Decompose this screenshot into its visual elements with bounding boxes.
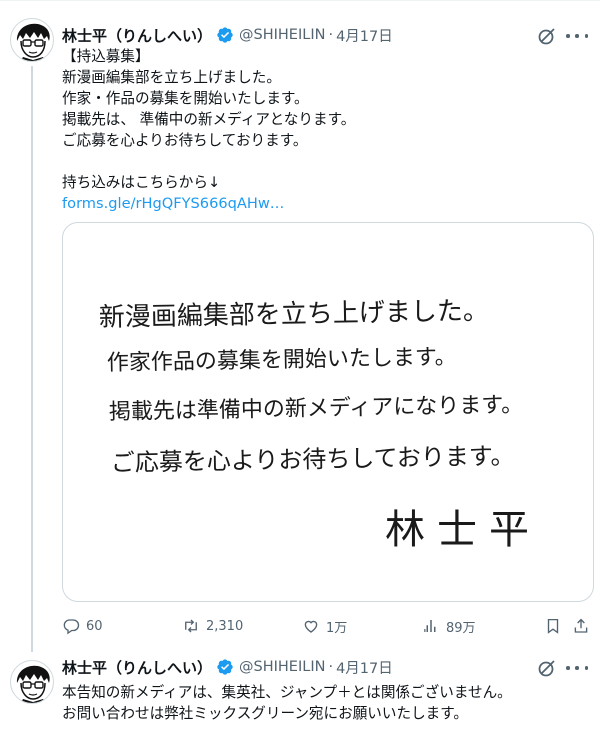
image-handwriting-line: 掲載先は準備中の新メディアになります。 xyxy=(109,393,524,425)
tweet-text-line: ご応募を心よりお待ちしております。 xyxy=(62,132,308,149)
image-handwriting-line: 新漫画編集部を立ち上げました。 xyxy=(99,296,489,333)
image-handwriting-line: ご応募を心よりお待ちしております。 xyxy=(111,442,515,477)
more-icon[interactable] xyxy=(566,26,588,46)
verified-badge-icon xyxy=(216,26,234,44)
post-date[interactable]: 4月17日 xyxy=(336,25,393,46)
avatar[interactable] xyxy=(10,18,54,62)
tweet-text: 本告知の新メディアは、集英社、ジャンプ＋とは関係ございません。 お問い合わせは弊… xyxy=(62,682,592,724)
tweet-text-line: 本告知の新メディアは、集英社、ジャンプ＋とは関係ございません。 xyxy=(62,684,512,701)
separator-dot: · xyxy=(328,659,334,675)
verified-badge-icon xyxy=(216,658,234,676)
tweet-text: 【持込募集】 新漫画編集部を立ち上げました。 作家・作品の募集を開始いたします。… xyxy=(62,46,592,214)
author-name[interactable]: 林士平（りんしへい） xyxy=(62,657,212,678)
share-icon xyxy=(574,618,588,633)
author-handle[interactable]: @SHIHEILIN xyxy=(239,659,325,675)
tweet-text-line: 【持込募集】 xyxy=(62,48,150,65)
post-date[interactable]: 4月17日 xyxy=(336,657,393,678)
like-button[interactable]: 1万 xyxy=(302,614,347,638)
form-link[interactable]: forms.gle/rHgQFYS666qAHw… xyxy=(62,193,592,214)
separator-dot: · xyxy=(328,27,334,43)
tweet-text-line: 持ち込みはこちらから↓ xyxy=(62,174,221,191)
share-button[interactable] xyxy=(572,614,590,638)
grok-icon[interactable] xyxy=(537,26,557,46)
image-signature: 林士平 xyxy=(385,507,541,553)
views-icon xyxy=(424,620,436,632)
bookmark-icon xyxy=(547,618,559,634)
grok-icon[interactable] xyxy=(537,658,557,678)
tweet-header: 林士平（りんしへい） @SHIHEILIN · 4月17日 xyxy=(62,656,393,678)
like-count: 1万 xyxy=(326,620,348,636)
author-name[interactable]: 林士平（りんしへい） xyxy=(62,25,212,46)
reply-count: 60 xyxy=(86,618,103,634)
action-bar: 60 2,310 1万 89万 xyxy=(62,614,594,638)
author-handle[interactable]: @SHIHEILIN xyxy=(239,27,325,43)
more-icon[interactable] xyxy=(566,658,588,678)
tweet-text-line: 作家・作品の募集を開始いたします。 xyxy=(62,90,309,107)
like-icon xyxy=(304,620,318,633)
tweet-text-line: 掲載先は、 準備中の新メディアとなります。 xyxy=(62,111,356,128)
tweet-post[interactable]: 林士平（りんしへい） @SHIHEILIN · 4月17日 【持込募集】 新漫画… xyxy=(0,0,600,652)
retweet-button[interactable]: 2,310 xyxy=(182,614,243,638)
thread-connector-line xyxy=(31,66,33,652)
image-handwriting-line: 作家作品の募集を開始いたします。 xyxy=(107,345,457,376)
reply-button[interactable]: 60 xyxy=(62,614,103,638)
views-button[interactable]: 89万 xyxy=(422,614,476,638)
tweet-header: 林士平（りんしへい） @SHIHEILIN · 4月17日 xyxy=(62,24,393,46)
tweet-text-line: 新漫画編集部を立ち上げました。 xyxy=(62,69,281,86)
tweet-text-line xyxy=(62,151,592,172)
views-count: 89万 xyxy=(446,620,476,636)
tweet-text-line: お問い合わせは弊社ミックスグリーン宛にお願いいたします。 xyxy=(62,705,468,722)
avatar[interactable] xyxy=(10,660,54,704)
retweet-icon xyxy=(185,619,197,633)
bookmark-button[interactable] xyxy=(544,614,562,638)
retweet-count: 2,310 xyxy=(206,618,244,634)
reply-icon xyxy=(63,619,80,635)
attached-image[interactable]: 新漫画編集部を立ち上げました。 作家作品の募集を開始いたします。 掲載先は準備中… xyxy=(62,222,594,602)
